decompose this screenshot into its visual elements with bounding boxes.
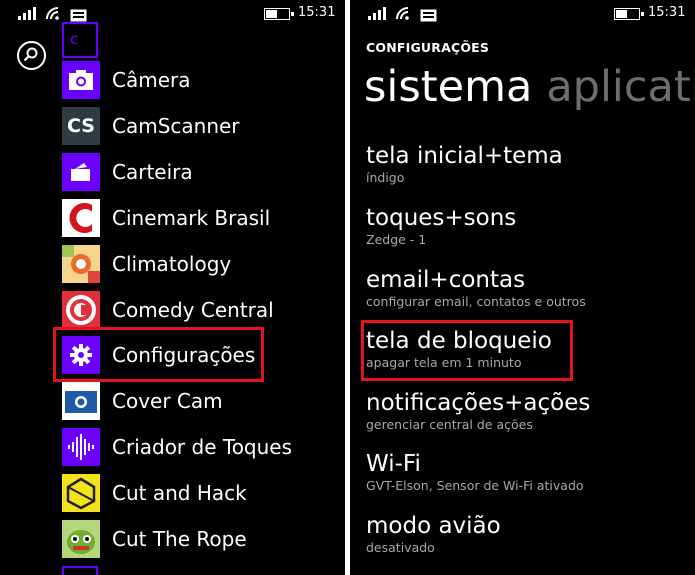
app-list-item[interactable]: Câmera: [62, 61, 191, 99]
climatology-icon: [62, 245, 100, 283]
cinemark-icon: [62, 199, 100, 237]
app-name: Cut and Hack: [112, 481, 247, 505]
settings-item-subtitle: Zedge - 1: [366, 232, 427, 247]
pivot-tab-aplicativos[interactable]: aplicati: [546, 62, 695, 112]
settings-item[interactable]: tela inicial+tema índigo: [366, 142, 563, 185]
camscanner-cs-icon: CS: [62, 107, 100, 145]
clock: 15:31: [648, 5, 686, 20]
group-letter-tile[interactable]: c: [62, 22, 98, 58]
cut-the-rope-icon: [62, 520, 100, 558]
app-name: Cover Cam: [112, 389, 223, 413]
app-list-item[interactable]: Criador de Toques: [62, 428, 292, 466]
highlight-configuracoes: [53, 327, 264, 382]
battery-icon: [614, 8, 644, 20]
clock: 15:31: [298, 5, 336, 20]
settings-item-title: tela inicial+tema: [366, 143, 563, 169]
app-name: CamScanner: [112, 114, 240, 138]
settings-item-title: email+contas: [366, 267, 526, 293]
wifi-icon: [395, 6, 411, 20]
signal-strength-icon: [368, 6, 386, 20]
battery-icon: [264, 8, 294, 20]
pivot-header: sistema aplicati: [364, 62, 695, 112]
app-name: Cut The Rope: [112, 527, 247, 551]
settings-item-subtitle: desativado: [366, 540, 435, 555]
camera-icon: [62, 61, 100, 99]
audio-wave-icon: [62, 428, 100, 466]
app-list-item[interactable]: Comedy Central: [62, 291, 274, 329]
page-header: CONFIGURAÇÕES: [366, 40, 490, 55]
comedy-central-icon: [62, 291, 100, 329]
message-icon: [420, 7, 437, 22]
settings-item[interactable]: Wi-Fi GVT-Elson, Sensor de Wi-Fi ativado: [366, 450, 584, 493]
app-name: Carteira: [112, 160, 193, 184]
app-name: Climatology: [112, 252, 232, 276]
settings-item[interactable]: notificações+ações gerenciar central de a…: [366, 389, 590, 432]
cover-cam-icon: [62, 382, 100, 420]
wallet-icon: [62, 153, 100, 191]
search-icon: [23, 47, 38, 62]
settings-item-title: toques+sons: [366, 205, 517, 231]
settings-screen: 15:31 CONFIGURAÇÕES sistema aplicati tela…: [350, 0, 695, 575]
settings-item[interactable]: email+contas configurar email, contatos e…: [366, 266, 586, 309]
settings-item[interactable]: modo avião desativado: [366, 512, 501, 555]
app-list-item[interactable]: Cut The Rope: [62, 520, 247, 558]
app-name: Câmera: [112, 68, 191, 92]
pivot-tab-sistema[interactable]: sistema: [364, 62, 532, 112]
cut-and-hack-icon: [62, 474, 100, 512]
settings-item-title: Wi-Fi: [366, 451, 421, 477]
settings-item-title: notificações+ações: [366, 390, 591, 416]
app-list-item[interactable]: Carteira: [62, 153, 193, 191]
app-list-item[interactable]: Cover Cam: [62, 382, 223, 420]
app-list-item[interactable]: Cut and Hack: [62, 474, 247, 512]
settings-item-subtitle: GVT-Elson, Sensor de Wi-Fi ativado: [366, 478, 584, 493]
next-group-tile[interactable]: [62, 566, 98, 575]
settings-item-subtitle: gerenciar central de ações: [366, 417, 533, 432]
settings-item-subtitle: configurar email, contatos e outros: [366, 294, 586, 309]
app-list-screen: 15:31 c Câmera CS CamScanner Carteira Cinema…: [0, 0, 345, 575]
wifi-icon: [45, 6, 61, 20]
app-name: Comedy Central: [112, 298, 274, 322]
settings-item[interactable]: toques+sons Zedge - 1: [366, 204, 516, 247]
message-icon: [70, 7, 87, 22]
app-list-item[interactable]: Cinemark Brasil: [62, 199, 270, 237]
highlight-tela-de-bloqueio: [361, 320, 573, 381]
signal-strength-icon: [18, 6, 36, 20]
status-bar: 15:31: [0, 0, 345, 28]
app-list-item[interactable]: Climatology: [62, 245, 231, 283]
search-button[interactable]: [17, 41, 46, 70]
app-name: Cinemark Brasil: [112, 206, 271, 230]
app-name: Criador de Toques: [112, 435, 293, 459]
settings-item-title: modo avião: [366, 513, 501, 539]
settings-item-subtitle: índigo: [366, 170, 405, 185]
app-list-item[interactable]: CS CamScanner: [62, 107, 240, 145]
status-bar: 15:31: [350, 0, 695, 28]
